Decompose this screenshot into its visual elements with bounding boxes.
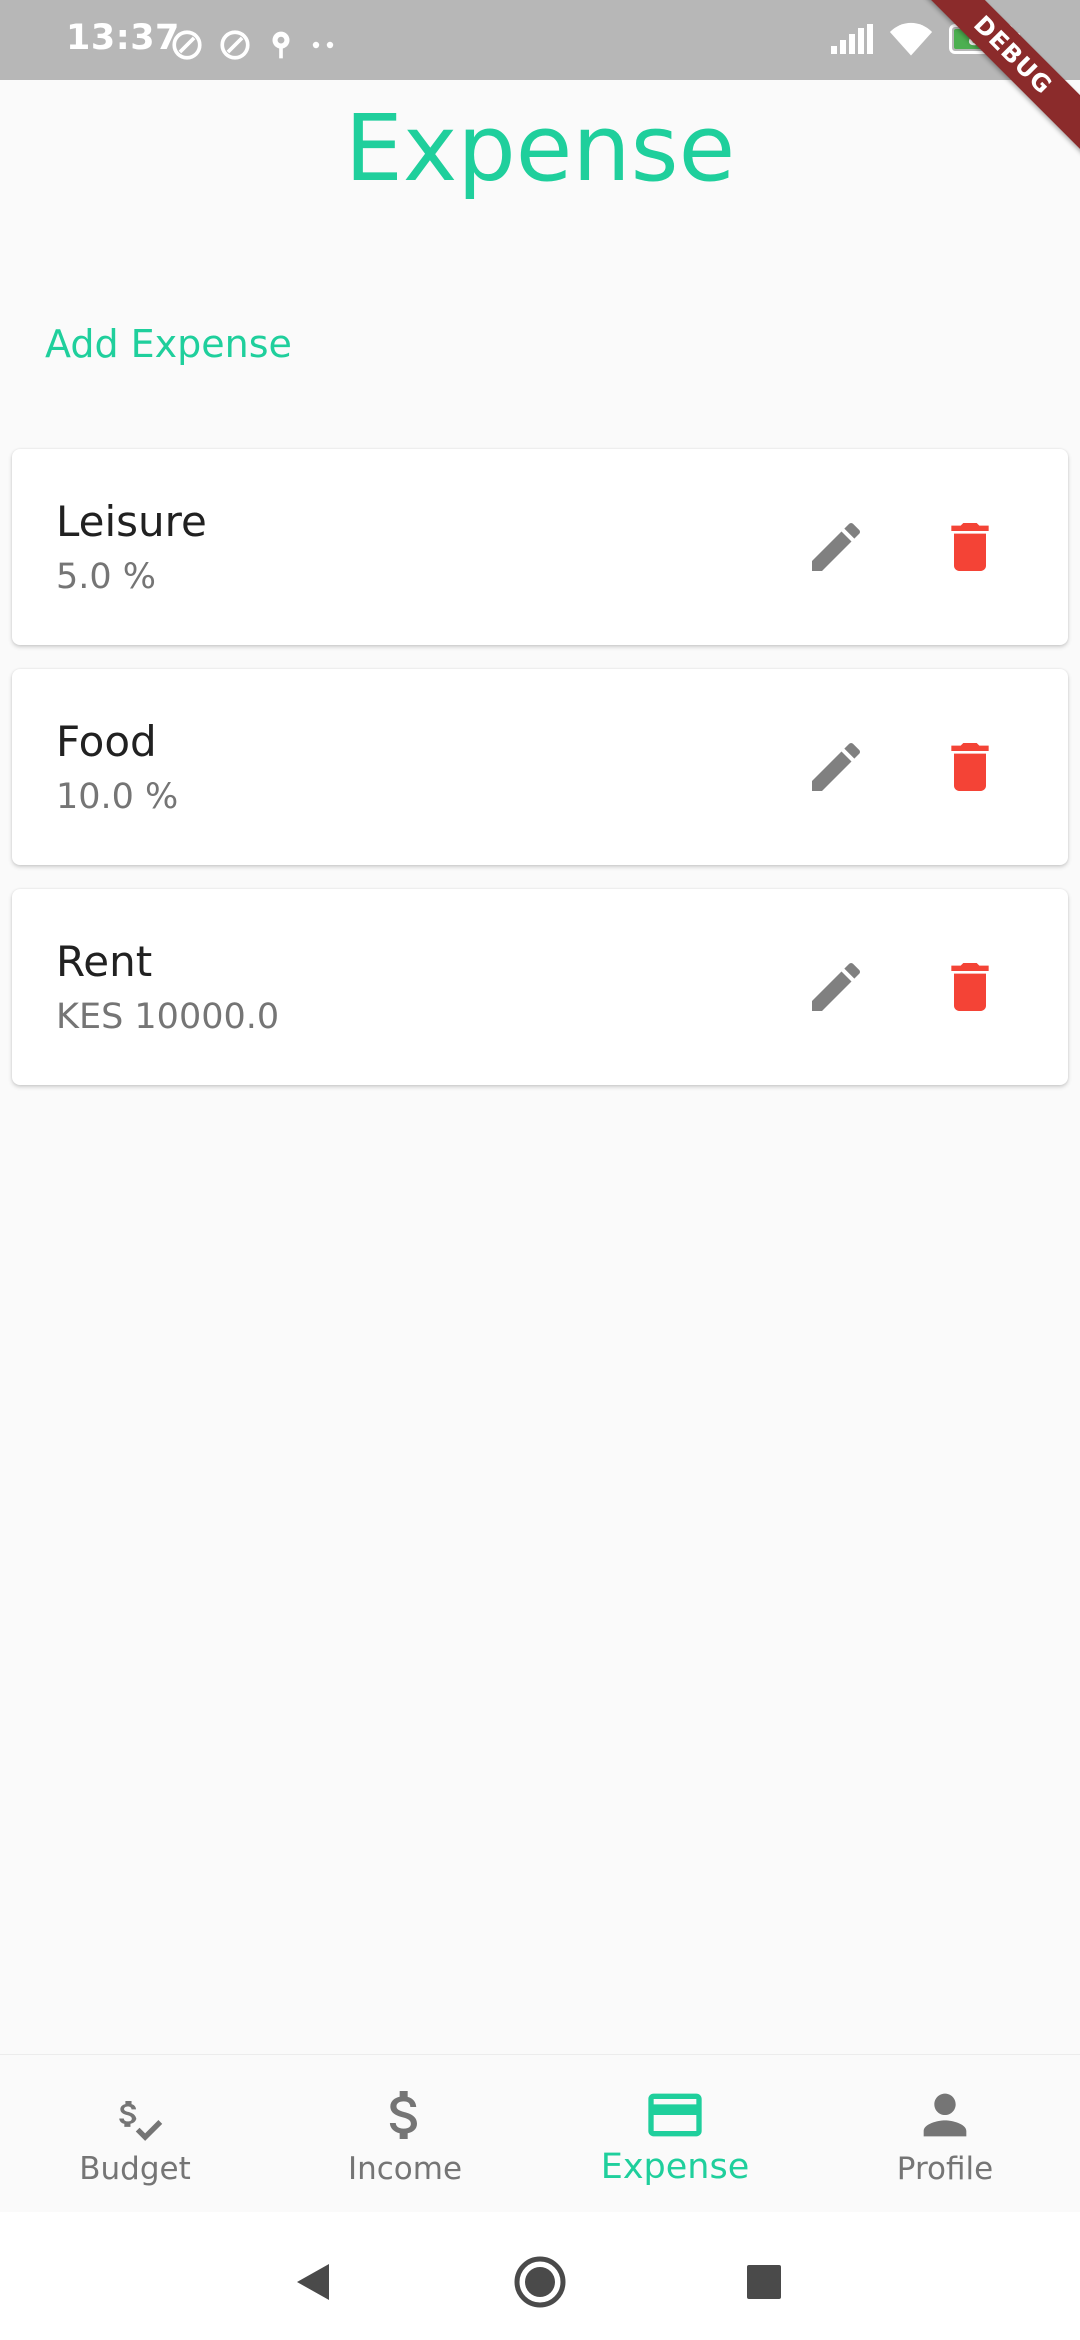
notification-icon bbox=[218, 28, 252, 62]
delete-button[interactable] bbox=[938, 515, 1002, 579]
page-title: Expense bbox=[344, 95, 736, 202]
nav-label-budget: Budget bbox=[79, 2151, 191, 2187]
expense-card: Leisure 5.0 % bbox=[12, 449, 1068, 645]
delete-button[interactable] bbox=[938, 735, 1002, 799]
trash-icon bbox=[951, 963, 989, 1011]
notification-icons bbox=[170, 28, 352, 62]
expense-value: KES 10000.0 bbox=[56, 997, 280, 1037]
recents-button[interactable] bbox=[734, 2252, 794, 2312]
trash-icon bbox=[951, 743, 989, 791]
dollar-icon bbox=[389, 2091, 417, 2139]
nav-item-income[interactable]: Income bbox=[270, 2055, 540, 2211]
bottom-navigation: Budget Income Expense Profile bbox=[0, 2054, 1080, 2211]
wifi-icon bbox=[889, 22, 933, 56]
expense-name: Leisure bbox=[56, 497, 207, 546]
expense-card: Rent KES 10000.0 bbox=[12, 889, 1068, 1085]
more-notifications-icon bbox=[310, 40, 338, 50]
location-icon bbox=[266, 28, 296, 62]
edit-button[interactable] bbox=[804, 955, 868, 1019]
nav-label-income: Income bbox=[347, 2151, 463, 2187]
expense-value: 5.0 % bbox=[56, 557, 157, 597]
nav-item-profile[interactable]: Profile bbox=[810, 2055, 1080, 2211]
signal-icon bbox=[831, 24, 873, 54]
credit-card-icon bbox=[648, 2093, 702, 2137]
edit-button[interactable] bbox=[804, 735, 868, 799]
system-navigation-bar bbox=[0, 2212, 1080, 2340]
pencil-icon bbox=[812, 522, 861, 571]
edit-button[interactable] bbox=[804, 515, 868, 579]
expense-value: 10.0 % bbox=[56, 777, 179, 817]
add-expense-button[interactable]: Add Expense bbox=[45, 322, 292, 366]
pencil-icon bbox=[812, 742, 861, 791]
status-time: 13:37 bbox=[66, 18, 180, 58]
nav-label-profile: Profile bbox=[896, 2151, 994, 2187]
budget-icon bbox=[119, 2101, 163, 2141]
back-triangle-icon bbox=[297, 2264, 329, 2300]
nav-item-expense[interactable]: Expense bbox=[540, 2055, 810, 2211]
nav-label-expense: Expense bbox=[600, 2147, 750, 2187]
notification-icon bbox=[170, 28, 204, 62]
delete-button[interactable] bbox=[938, 955, 1002, 1019]
pencil-icon bbox=[812, 962, 861, 1011]
back-button[interactable] bbox=[283, 2252, 343, 2312]
recents-square-icon bbox=[747, 2265, 781, 2299]
person-icon bbox=[923, 2093, 967, 2137]
home-circle-icon bbox=[514, 2256, 566, 2308]
trash-icon bbox=[951, 523, 989, 571]
status-bar: 13:37 DEBUG bbox=[0, 0, 1080, 157]
expense-name: Food bbox=[56, 717, 157, 766]
home-button[interactable] bbox=[510, 2252, 570, 2312]
expense-card: Food 10.0 % bbox=[12, 669, 1068, 865]
expense-name: Rent bbox=[56, 937, 153, 986]
nav-item-budget[interactable]: Budget bbox=[0, 2055, 270, 2211]
